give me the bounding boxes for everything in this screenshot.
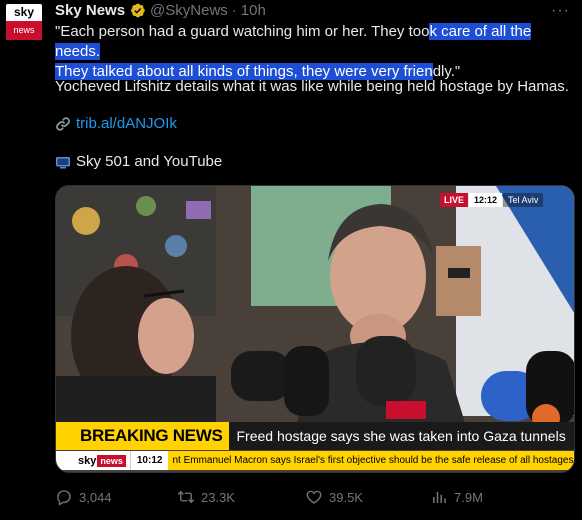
tv-channel-text: Sky 501 and YouTube xyxy=(76,153,223,170)
reply-button[interactable]: 3,044 xyxy=(55,488,112,506)
broadcast-location: Tel Aviv xyxy=(503,193,544,207)
reply-icon xyxy=(57,490,71,506)
breaking-news-label: BREAKING NEWS xyxy=(56,422,229,450)
video-media[interactable]: LIVE 12:12 Tel Aviv BREAKING NEWS Freed … xyxy=(55,185,575,473)
breaking-news-bar: BREAKING NEWS Freed hostage says she was… xyxy=(56,422,574,450)
repost-button[interactable]: 23.3K xyxy=(177,488,235,506)
avatar-sky-text: sky xyxy=(6,4,42,21)
avatar-news-text: news xyxy=(6,21,42,40)
views-button[interactable]: 7.9M xyxy=(430,488,483,506)
like-icon xyxy=(306,490,322,504)
live-indicator: LIVE 12:12 Tel Aviv xyxy=(440,193,544,207)
like-button[interactable]: 39.5K xyxy=(305,488,363,506)
link-row: trib.al/dANJOIk xyxy=(55,115,177,132)
repost-count: 23.3K xyxy=(201,489,235,505)
account-handle[interactable]: @SkyNews xyxy=(150,2,228,19)
tweet-quote: "Each person had a guard watching him or… xyxy=(55,22,575,82)
broadcast-clock: 12:12 xyxy=(469,193,503,207)
reply-count: 3,044 xyxy=(79,489,112,505)
tweet-header: Sky News @SkyNews · 10h xyxy=(55,0,266,20)
ticker-sky-text: sky xyxy=(78,454,97,467)
tweet-timestamp[interactable]: 10h xyxy=(241,2,266,19)
repost-icon xyxy=(177,491,195,503)
avatar[interactable]: sky news xyxy=(6,4,42,40)
separator-dot: · xyxy=(231,1,237,19)
breaking-news-headline: Freed hostage says she was taken into Ga… xyxy=(228,422,574,450)
verified-icon xyxy=(131,3,145,17)
views-count: 7.9M xyxy=(454,489,483,505)
tweet-paragraph: Yocheved Lifshitz details what it was li… xyxy=(55,78,569,95)
article-link[interactable]: trib.al/dANJOIk xyxy=(76,115,177,132)
views-icon xyxy=(433,491,446,503)
ticker-text: nt Emmanuel Macron says Israel's first o… xyxy=(168,451,574,470)
more-icon[interactable]: ··· xyxy=(551,2,570,20)
quote-text-plain: "Each person had a guard watching him or… xyxy=(55,23,430,40)
ticker-time: 10:12 xyxy=(129,451,169,470)
tweet-actions: 3,044 23.3K 39.5K 7.9M xyxy=(55,488,575,508)
news-ticker: sky news 10:12 nt Emmanuel Macron says I… xyxy=(56,451,574,470)
ticker-news-text: news xyxy=(97,454,126,467)
tv-icon xyxy=(56,156,70,168)
live-badge: LIVE xyxy=(440,193,469,207)
ticker-sky-logo: sky news xyxy=(56,451,130,470)
like-count: 39.5K xyxy=(329,489,363,505)
tv-row: Sky 501 and YouTube xyxy=(55,153,222,170)
link-icon xyxy=(56,116,70,131)
account-name[interactable]: Sky News xyxy=(55,2,125,19)
